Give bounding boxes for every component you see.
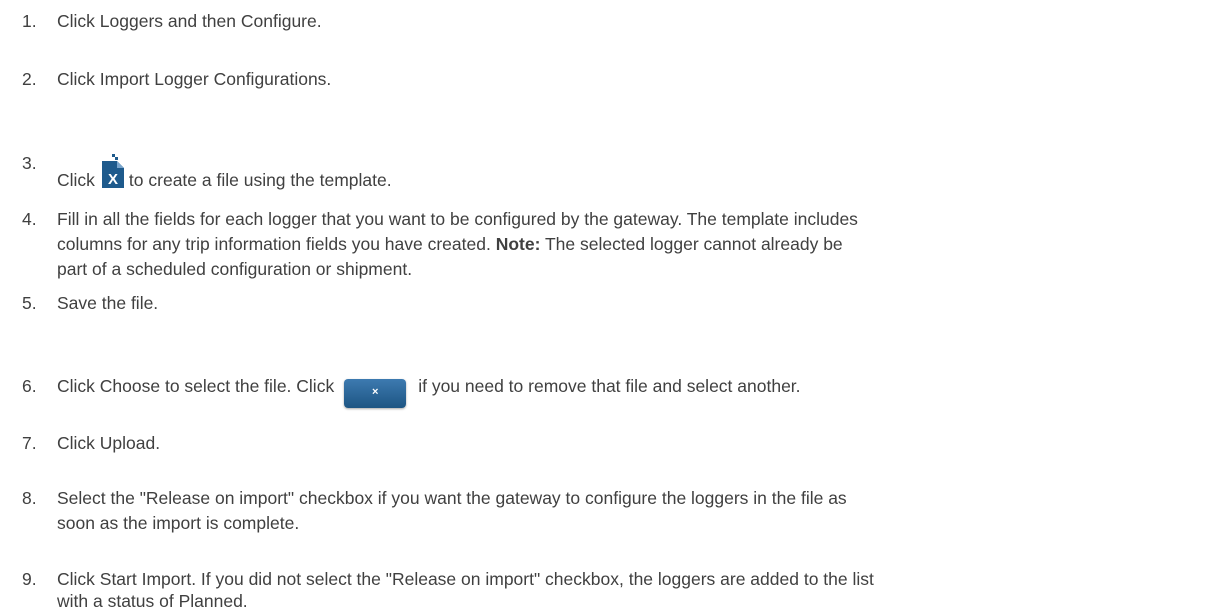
svg-text:X: X [108,171,118,188]
step-text-line: soon as the import is complete. [57,513,300,533]
note-label: Note: [495,234,541,254]
step-text: Click Loggers and then Configure. [57,11,322,31]
step-number: 5. [22,293,37,313]
step-number: 7. [22,433,37,453]
step-text: Click Choose to select the file. Click × i… [57,374,1197,408]
instructions-document: 1. Click Loggers and then Configure. 2. … [0,0,1215,611]
step-text-segment: columns for any trip information fields … [57,234,496,254]
step-number: 3. [22,153,37,173]
step-text-line: part of a scheduled configuration or shi… [57,259,413,279]
step-text-line: columns for any trip information fields … [57,232,843,256]
step-text-after-icon: to create a file using the template. [128,170,392,190]
step-number: 2. [22,69,37,89]
step-text: Save the file. [57,293,159,313]
step-number: 1. [22,11,37,31]
excel-file-icon: X [101,154,125,189]
step-text: Click X to create a file using the templ… [57,151,1197,192]
step-text: Click Upload. [57,433,161,453]
step-text-line: Select the "Release on import" checkbox … [57,488,847,508]
step-text-segment: The selected logger cannot already be [540,234,843,254]
step-text-before-icon: Click [57,170,95,190]
step-text-line: Click Start Import. If you did not selec… [57,569,874,589]
step-number: 8. [22,488,37,508]
step-number: 6. [22,376,37,396]
close-icon: × [371,386,379,398]
step-text: Click Import Logger Configurations. [57,69,332,89]
step-text-line: with a status of Planned. [57,591,248,611]
step-text-line: Fill in all the fields for each logger t… [57,209,858,229]
step-text-after-icon: if you need to remove that file and sele… [418,376,801,396]
step-number: 9. [22,569,37,589]
step-number: 4. [22,209,37,229]
step-text-before-icon: Click Choose to select the file. Click [57,376,335,396]
remove-file-button-icon: × [344,379,407,408]
